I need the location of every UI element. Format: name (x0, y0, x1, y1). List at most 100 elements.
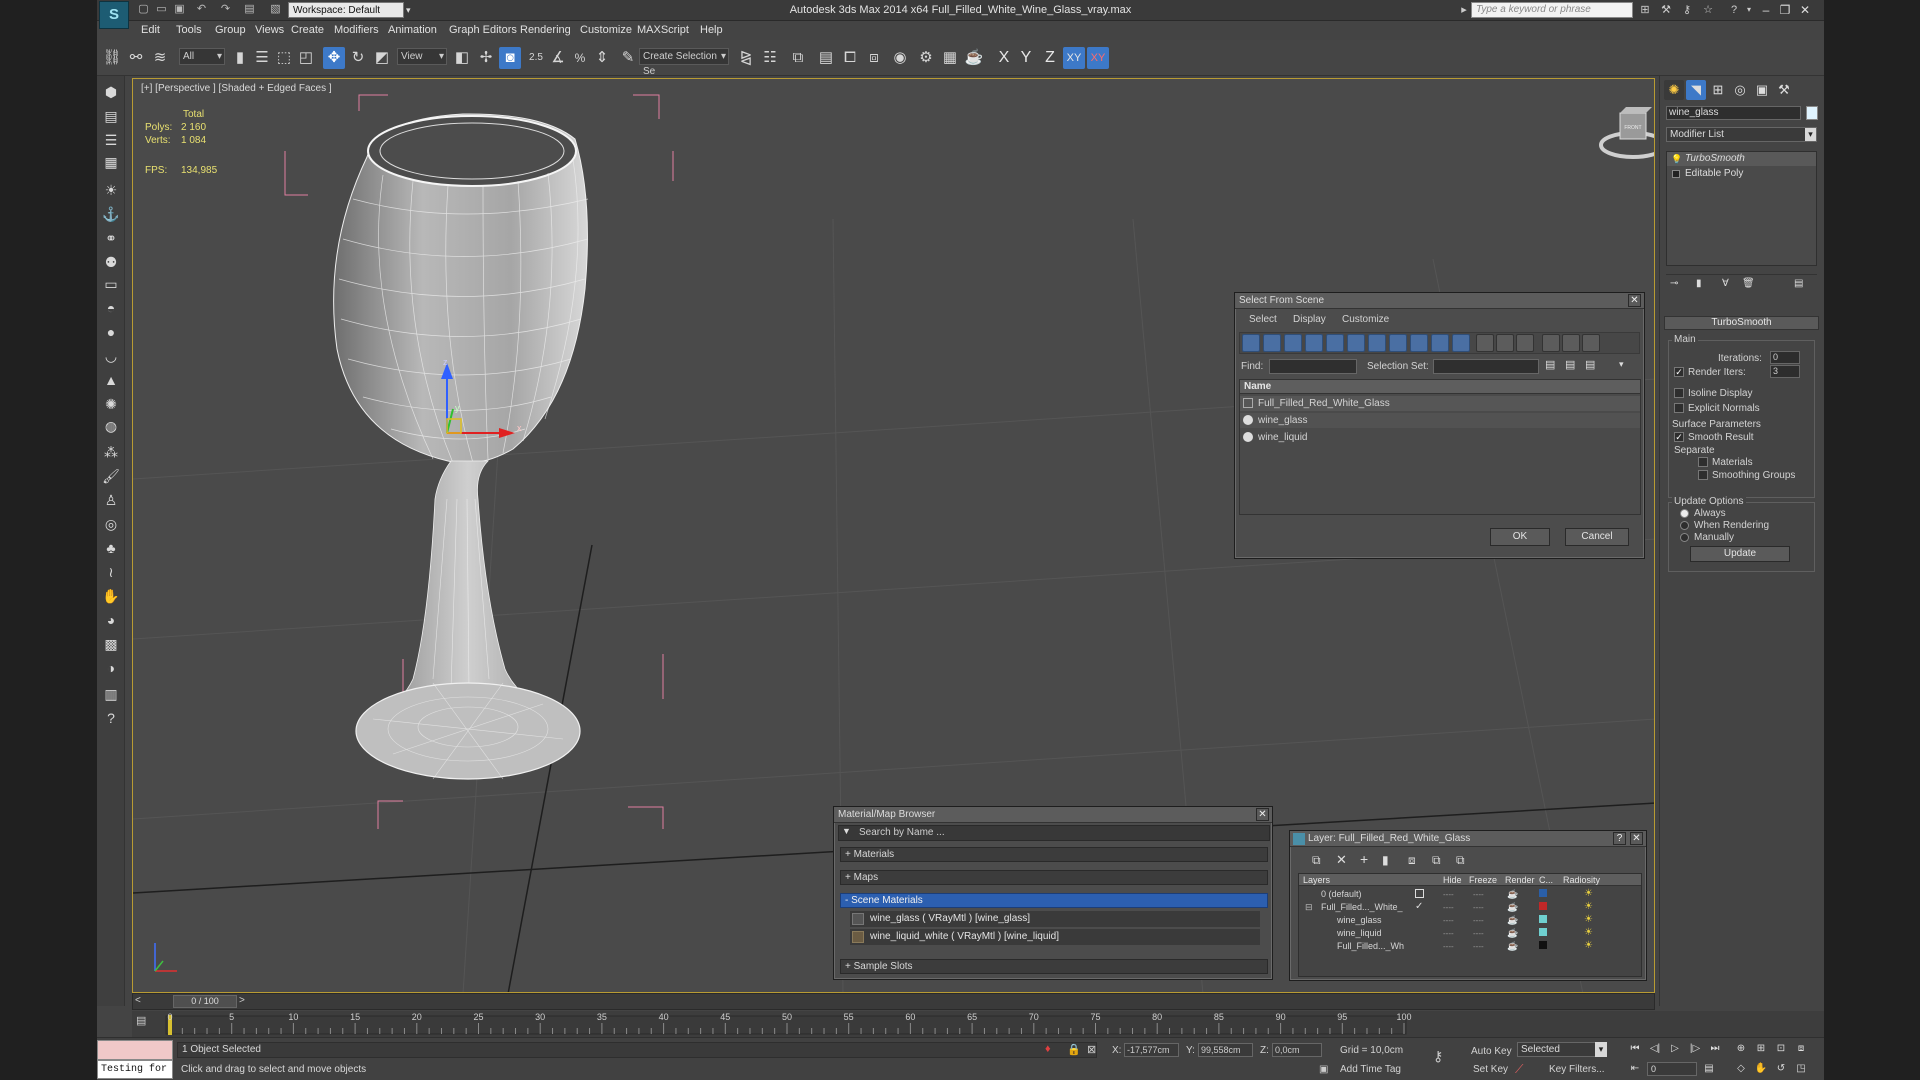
help-dropdown-icon[interactable]: ▾ (1742, 3, 1756, 17)
render-teapot-icons[interactable]: ☕ ☕ ☕ ☕ ☕ (1507, 888, 1521, 954)
selection-set-dropdown[interactable] (1433, 359, 1539, 374)
snaps-toggle-icon[interactable]: 2.5 (525, 47, 547, 69)
box-icon[interactable]: ▭ (101, 274, 121, 294)
filter-bones-icon[interactable] (1410, 334, 1428, 352)
lock-selection-icon[interactable]: 🔒 (1067, 1043, 1081, 1056)
show-end-result-icon[interactable]: ▮ (1696, 278, 1702, 289)
sun-icon[interactable]: ✺ (101, 394, 121, 414)
close-icon[interactable]: ✕ (1630, 832, 1643, 845)
expand-icon[interactable] (1672, 170, 1680, 178)
time-prev-icon[interactable]: < (135, 995, 141, 1006)
menu-select[interactable]: Select (1249, 314, 1277, 325)
lightbulb-icon[interactable]: ☀ (101, 180, 121, 200)
cone-icon[interactable]: ▲ (101, 370, 121, 390)
section-scene-materials[interactable]: - Scene Materials (840, 893, 1268, 908)
chevron-right-icon[interactable]: ▸ (1457, 3, 1471, 17)
menu-graph-editors[interactable]: Graph Editors (449, 24, 517, 36)
axis-xy-cycle-button[interactable]: XY (1087, 47, 1109, 69)
app-logo-icon[interactable]: S (99, 1, 129, 29)
chevron-down-icon[interactable]: ▾ (1595, 1042, 1607, 1057)
filter-helpers-icon[interactable] (1326, 334, 1344, 352)
set-key-icon[interactable]: ⟋ (1515, 1062, 1523, 1077)
redo-icon[interactable]: ↷ (219, 3, 232, 16)
edit-named-selection-icon[interactable]: ✎ (617, 47, 639, 69)
robot-icon[interactable]: ⚉ (101, 252, 121, 272)
filter-frozen-icon[interactable] (1452, 334, 1470, 352)
hold-icon[interactable]: ▧ (269, 3, 282, 16)
object-color-swatch[interactable] (1806, 106, 1818, 120)
align-icon[interactable]: ☷ (759, 47, 781, 69)
mirror-icon[interactable]: ⧎ (735, 47, 757, 69)
favorites-star-icon[interactable]: ☆ (1701, 3, 1715, 17)
create-tab-icon[interactable]: ✺ (1664, 80, 1684, 100)
selection-filter-dropdown[interactable]: All (179, 48, 225, 65)
help-button[interactable]: ? (1613, 832, 1626, 845)
key-selection-dropdown[interactable]: Selected (1517, 1042, 1607, 1057)
new-file-icon[interactable]: ▢ (137, 3, 150, 16)
layer-color-swatch[interactable] (1539, 941, 1547, 949)
options-icon[interactable] (1582, 334, 1600, 352)
link-chain-icon[interactable]: ⚭ (101, 228, 121, 248)
undo-icon[interactable]: ↶ (195, 3, 208, 16)
ribbon-icon[interactable]: ▤ (815, 47, 837, 69)
person-icon[interactable]: ♙ (101, 490, 121, 510)
column-hide[interactable]: Hide (1443, 874, 1462, 886)
time-slider[interactable]: < 0 / 100 > (132, 993, 1655, 1010)
time-next-icon[interactable]: > (239, 995, 245, 1006)
filter-groups-icon[interactable] (1368, 334, 1386, 352)
select-manipulate-icon[interactable]: ✢ (475, 47, 497, 69)
hierarchy-icon[interactable] (1562, 334, 1580, 352)
x-coord-field[interactable]: -17,577cm (1124, 1043, 1179, 1057)
curve-editor-icon[interactable]: ⧠ (839, 47, 861, 69)
axis-xy-button[interactable]: XY (1063, 47, 1085, 69)
filter-spacewarps-icon[interactable] (1347, 334, 1365, 352)
unlink-icon[interactable]: ⚯ (125, 47, 147, 69)
more-options-icon[interactable]: ▾ (1619, 359, 1633, 375)
go-to-start-icon[interactable]: ⏮ (1627, 1042, 1643, 1056)
menu-views[interactable]: Views (255, 24, 284, 36)
layer-color-swatch[interactable] (1539, 928, 1547, 936)
rollout-turbosmooth[interactable]: TurboSmooth (1664, 316, 1819, 330)
active-layer-checkbox[interactable] (1415, 889, 1424, 898)
render-production-icon[interactable]: ☕ (963, 47, 985, 69)
sphere-sky-icon[interactable]: ◎ (101, 514, 121, 534)
cube-stack-icon[interactable]: ▥ (101, 684, 121, 704)
iterations-spinner[interactable]: 0 (1770, 351, 1800, 364)
select-all-icon[interactable] (1476, 334, 1494, 352)
manually-radio[interactable] (1680, 533, 1689, 542)
filter-shapes-icon[interactable] (1263, 334, 1281, 352)
display-tab-icon[interactable]: ▣ (1752, 80, 1772, 100)
hide-column-values[interactable]: ---- ---- ---- ---- ---- (1443, 888, 1473, 954)
hair-icon[interactable]: ≀ (101, 562, 121, 582)
freeze-column-values[interactable]: ---- ---- ---- ---- ---- (1473, 888, 1503, 954)
field-of-view-icon[interactable]: ◇ (1733, 1062, 1749, 1076)
menu-display[interactable]: Display (1293, 314, 1326, 325)
column-header-name[interactable]: Name (1240, 380, 1640, 394)
freeze-all-icon[interactable]: ⧉ (1456, 853, 1465, 868)
keyword-search-input[interactable]: Type a keyword or phrase (1471, 2, 1633, 18)
select-rotate-icon[interactable]: ↻ (347, 47, 369, 69)
layer-options-icon[interactable]: ⧉ (1312, 853, 1321, 868)
close-icon[interactable]: ✕ (1256, 808, 1269, 821)
hierarchy-tab-icon[interactable]: ⊞ (1708, 80, 1728, 100)
subscription-icon[interactable]: ⚒ (1659, 3, 1673, 17)
zoom-icon[interactable]: ⊕ (1733, 1042, 1749, 1056)
menu-edit[interactable]: Edit (141, 24, 160, 36)
scene-explorer-icon[interactable]: ▤ (101, 106, 121, 126)
viewcube-icon[interactable]: FRONT (1598, 101, 1655, 161)
materials-checkbox[interactable] (1698, 457, 1708, 467)
materials-icon[interactable]: ▩ (101, 634, 121, 654)
layer-row[interactable]: wine_glass (1337, 914, 1382, 926)
layer-color-swatch[interactable] (1539, 889, 1547, 897)
select-move-icon[interactable]: ✥ (323, 47, 345, 69)
select-by-name-icon[interactable]: ☰ (251, 47, 273, 69)
ref-coord-dropdown[interactable]: View (397, 48, 447, 65)
chevron-down-icon[interactable]: ▾ (1805, 128, 1816, 141)
grid-icon[interactable]: ▦ (101, 152, 121, 172)
column-layers[interactable]: Layers (1303, 874, 1330, 886)
always-radio[interactable] (1680, 509, 1689, 518)
paint-icon[interactable]: 🖌 (101, 466, 121, 486)
filter-geometry-icon[interactable] (1242, 334, 1260, 352)
close-icon[interactable]: ✕ (1796, 2, 1814, 18)
utilities-tab-icon[interactable]: ⚒ (1774, 80, 1794, 100)
